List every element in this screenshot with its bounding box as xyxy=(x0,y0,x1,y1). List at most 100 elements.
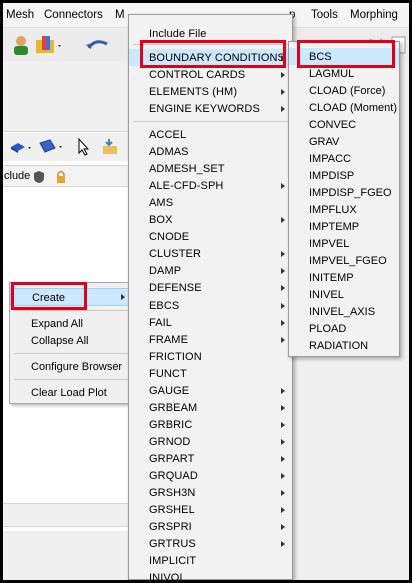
annotation-create-highlight xyxy=(11,282,87,310)
bc-menu-item[interactable]: PLOAD xyxy=(289,320,399,337)
submenu-arrow-icon xyxy=(281,455,285,462)
submenu-arrow-icon xyxy=(281,507,285,514)
menu-separator xyxy=(14,379,128,380)
create-menu-item[interactable]: GRBRIC xyxy=(129,416,292,433)
bc-menu-item[interactable]: INIVEL xyxy=(289,286,399,303)
bc-menu-item-label: INIVEL xyxy=(309,289,344,301)
solid-view-icon[interactable] xyxy=(9,139,35,157)
column-include[interactable]: clude xyxy=(4,170,30,182)
create-menu-item[interactable]: GAUGE xyxy=(129,382,292,399)
create-menu-item[interactable]: INIVOL xyxy=(129,569,292,580)
create-menu-item[interactable]: ADMESH_SET xyxy=(129,160,292,177)
create-menu-item[interactable]: GRTRUS xyxy=(129,535,292,552)
undo-icon[interactable] xyxy=(83,36,117,54)
create-menu-item-label: CONTROL CARDS xyxy=(149,69,246,81)
create-menu-item[interactable]: FAIL xyxy=(129,314,292,331)
create-menu-item[interactable]: GRBEAM xyxy=(129,399,292,416)
boundary-conditions-submenu: BCS LAGMUL CLOAD (Force) CLOAD (Moment) CONV… xyxy=(288,41,400,357)
create-menu-item[interactable]: CLUSTER xyxy=(129,245,292,262)
bc-menu-item[interactable]: IMPTEMP xyxy=(289,218,399,235)
create-menu-item[interactable]: IMPLICIT xyxy=(129,552,292,569)
shield-icon[interactable] xyxy=(33,170,45,184)
create-menu-item[interactable]: GRPART xyxy=(129,450,292,467)
submenu-arrow-icon xyxy=(281,89,285,95)
annotation-boundary-conditions-highlight xyxy=(140,40,286,68)
bc-menu-item[interactable]: IMPFLUX xyxy=(289,201,399,218)
menu-tools[interactable]: Tools xyxy=(311,9,338,21)
bc-menu-item-label: PLOAD xyxy=(309,323,347,335)
create-menu-item-label: FUNCT xyxy=(149,367,187,380)
context-item-configure-browser[interactable]: Configure Browser xyxy=(10,358,132,376)
select-cursor-icon[interactable] xyxy=(75,137,91,157)
browser-status-strip xyxy=(3,503,128,527)
bc-menu-item[interactable]: CLOAD (Moment) xyxy=(289,99,399,116)
bc-menu-item[interactable]: IMPVEL_FGEO xyxy=(289,252,399,269)
create-menu-item-label: GRNOD xyxy=(149,435,191,448)
create-menu-item[interactable]: GRNOD xyxy=(129,433,292,450)
bc-menu-item[interactable]: INITEMP xyxy=(289,269,399,286)
bc-menu-item-label: IMPVEL xyxy=(309,238,350,250)
create-menu-item[interactable]: ENGINE KEYWORDS xyxy=(129,100,292,117)
create-menu-item-label: BOX xyxy=(149,214,173,227)
bc-menu-item[interactable]: IMPVEL xyxy=(289,235,399,252)
submenu-arrow-icon xyxy=(281,524,285,531)
create-menu-item[interactable]: DAMP xyxy=(129,262,292,279)
context-item-clear-load-plot[interactable]: Clear Load Plot xyxy=(10,384,132,402)
create-menu-item[interactable]: BOX xyxy=(129,211,292,228)
create-menu-item[interactable]: AMS xyxy=(129,194,292,211)
create-menu-item[interactable]: GRSH3N xyxy=(129,484,292,501)
menu-connectors[interactable]: Connectors xyxy=(44,9,103,21)
submenu-arrow-icon xyxy=(281,106,285,112)
create-menu-item-label: CLUSTER xyxy=(149,248,202,261)
create-menu-item-label: FRICTION xyxy=(149,350,202,363)
bc-menu-item[interactable]: RADIATION xyxy=(289,337,399,354)
menu-separator xyxy=(133,121,289,122)
submenu-arrow-icon xyxy=(281,251,285,258)
create-menu-item[interactable]: FRICTION xyxy=(129,348,292,365)
menu-separator xyxy=(14,353,128,354)
create-menu-item[interactable]: GRSHEL xyxy=(129,501,292,518)
create-menu-item[interactable]: GRQUAD xyxy=(129,467,292,484)
create-menu-item[interactable]: ELEMENTS (HM) xyxy=(129,83,292,100)
open-folder-icon[interactable] xyxy=(34,34,64,56)
submenu-arrow-icon xyxy=(281,268,285,275)
create-menu-item[interactable]: FRAME xyxy=(129,331,292,348)
bc-menu-item[interactable]: IMPDISP_FGEO xyxy=(289,184,399,201)
wireframe-view-icon[interactable] xyxy=(37,137,67,157)
create-menu-item[interactable]: ADMAS xyxy=(129,143,292,160)
context-item-collapse-all[interactable]: Collapse All xyxy=(10,332,132,350)
bc-menu-item[interactable]: IMPACC xyxy=(289,150,399,167)
bc-menu-item-label: RADIATION xyxy=(309,340,369,352)
bc-menu-item[interactable]: CONVEC xyxy=(289,116,399,133)
create-menu-item-label: FAIL xyxy=(149,316,173,329)
create-menu-item[interactable]: CNODE xyxy=(129,228,292,245)
bc-menu-item-label: IMPVEL_FGEO xyxy=(309,255,387,267)
bc-menu-item[interactable]: GRAV xyxy=(289,133,399,150)
bc-menu-item-label: CONVEC xyxy=(309,119,357,131)
bc-menu-item-label: IMPDISP_FGEO xyxy=(309,187,392,199)
create-menu-item[interactable]: EBCS xyxy=(129,297,292,314)
bc-menu-item[interactable]: INIVEL_AXIS xyxy=(289,303,399,320)
folder-action-icon[interactable] xyxy=(99,137,123,157)
bc-menu-item[interactable]: CLOAD (Force) xyxy=(289,82,399,99)
create-menu-item[interactable]: ALE-CFD-SPH xyxy=(129,177,292,194)
menu-m[interactable]: M xyxy=(115,9,125,21)
menu-mesh[interactable]: Mesh xyxy=(6,9,34,21)
create-menu-item[interactable]: GRSPRI xyxy=(129,518,292,535)
create-menu-item[interactable]: CONTROL CARDS xyxy=(129,66,292,83)
create-menu-item-label: GRSH3N xyxy=(149,487,196,500)
bc-menu-item-label: GRAV xyxy=(309,136,340,148)
bc-menu-item[interactable]: IMPDISP xyxy=(289,167,399,184)
create-menu-item[interactable]: DEFENSE xyxy=(129,279,292,296)
context-item-expand-all[interactable]: Expand All xyxy=(10,315,132,333)
submenu-arrow-icon xyxy=(281,490,285,497)
create-menu-item[interactable]: ACCEL xyxy=(129,126,292,143)
user-icon[interactable] xyxy=(10,34,32,56)
create-menu-item[interactable]: FUNCT xyxy=(129,365,292,382)
lock-icon[interactable] xyxy=(55,169,67,184)
create-menu-item-label: AMS xyxy=(149,197,174,210)
bc-menu-item-label: CLOAD (Force) xyxy=(309,85,386,97)
submenu-arrow-icon xyxy=(281,541,285,548)
submenu-arrow-icon xyxy=(281,404,285,411)
menu-morphing[interactable]: Morphing xyxy=(350,9,398,21)
